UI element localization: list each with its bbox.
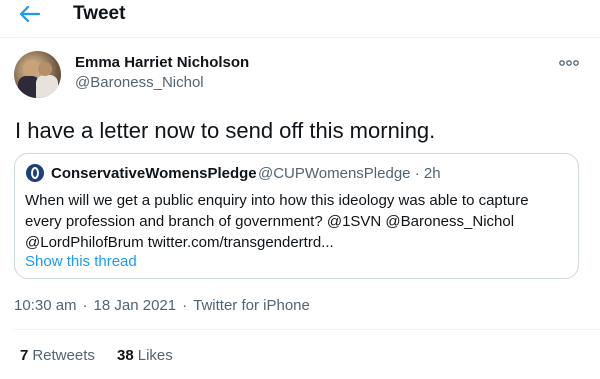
show-thread-link[interactable]: Show this thread — [25, 253, 137, 270]
quoted-author-name: ConservativeWomensPledge — [51, 165, 257, 182]
quoted-age: 2h — [423, 165, 441, 182]
quoted-tweet-text: When will we get a public enquiry into h… — [25, 190, 570, 253]
quoted-text-line: When will we get a public enquiry into h… — [25, 192, 529, 209]
back-button[interactable] — [18, 3, 42, 25]
tweet-text: I have a letter now to send off this mor… — [15, 118, 436, 143]
likes-label: Likes — [137, 347, 173, 364]
author-avatar[interactable] — [14, 51, 61, 98]
more-options-icon — [559, 60, 579, 66]
quoted-separator: · — [414, 165, 420, 182]
quoted-author-meta: @CUPWomensPledge · 2h — [258, 165, 441, 182]
quoted-author-avatar — [26, 164, 44, 182]
tweet-date[interactable]: 18 Jan 2021 — [94, 297, 177, 314]
tweet-time[interactable]: 10:30 am — [14, 297, 77, 314]
arrow-left-icon — [19, 5, 41, 23]
quoted-text-line: every profession and branch of governmen… — [25, 213, 515, 230]
tweet-metadata: 10:30 am · 18 Jan 2021 · Twitter for iPhone — [14, 297, 310, 314]
meta-separator: · — [182, 297, 188, 314]
header-divider — [0, 37, 600, 38]
author-handle[interactable]: @Baroness_Nichol — [75, 74, 204, 91]
quoted-tweet-card[interactable]: ConservativeWomensPledge @CUPWomensPledg… — [14, 153, 579, 279]
likes-count: 38 — [117, 347, 134, 364]
stats-divider — [14, 329, 600, 330]
more-options-button[interactable] — [558, 56, 580, 70]
tweet-source[interactable]: Twitter for iPhone — [193, 297, 310, 314]
engagement-stats: 7 Retweets 38 Likes — [20, 347, 173, 364]
meta-separator: · — [82, 297, 88, 314]
likes-stat[interactable]: 38 Likes — [117, 347, 173, 364]
author-name[interactable]: Emma Harriet Nicholson — [75, 54, 249, 71]
quoted-author-handle: @CUPWomensPledge — [258, 165, 411, 182]
retweets-count: 7 — [20, 347, 29, 364]
retweets-stat[interactable]: 7 Retweets — [20, 347, 95, 364]
quoted-text-line: @LordPhilofBrum twitter.com/transgendert… — [25, 234, 334, 251]
page-title: Tweet — [73, 3, 126, 24]
top-bar: Tweet — [0, 0, 600, 30]
retweets-label: Retweets — [32, 347, 95, 364]
